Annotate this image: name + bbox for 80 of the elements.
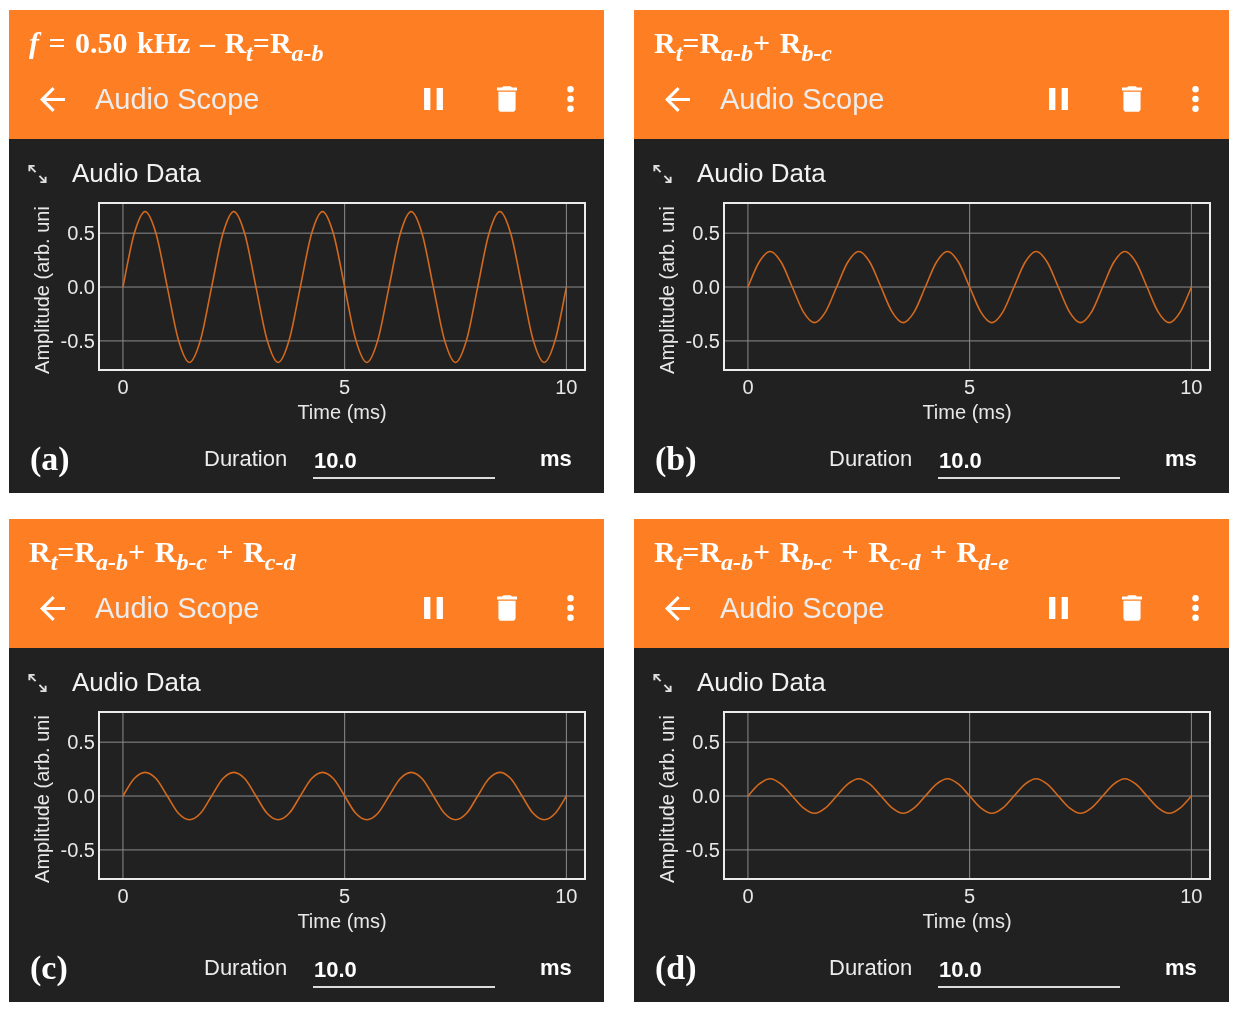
duration-label: Duration: [829, 955, 913, 981]
section-title: Audio Data: [72, 667, 201, 698]
app-title: Audio Scope: [95, 591, 261, 625]
expand-icon[interactable]: [27, 671, 48, 694]
y-tick-label: 0.0: [67, 785, 95, 808]
y-axis-title: Amplitude (arb. uni: [656, 206, 678, 374]
back-arrow-icon[interactable]: [40, 595, 65, 621]
y-tick-label: 0.5: [67, 731, 95, 754]
section-title: Audio Data: [697, 158, 826, 189]
x-axis-title: Time (ms): [297, 401, 387, 423]
expand-icon[interactable]: [27, 162, 48, 185]
y-tick-label: -0.5: [60, 329, 95, 352]
panel-label: (c): [30, 949, 68, 987]
unit-label: ms: [1165, 955, 1197, 981]
trash-icon[interactable]: [497, 86, 517, 112]
section-title: Audio Data: [697, 667, 826, 698]
x-tick-label: 0: [117, 885, 129, 907]
expand-icon[interactable]: [652, 671, 673, 694]
x-axis-title: Time (ms): [922, 910, 1012, 932]
pause-icon[interactable]: [1049, 597, 1068, 619]
y-axis-title: Amplitude (arb. uni: [31, 715, 53, 883]
x-tick-label: 10: [555, 376, 578, 398]
x-tick-label: 5: [339, 885, 351, 907]
duration-field[interactable]: 10.0: [938, 952, 1120, 988]
pause-icon[interactable]: [424, 88, 443, 110]
more-options-icon[interactable]: [567, 595, 574, 621]
duration-label: Duration: [204, 446, 288, 472]
unit-label: ms: [1165, 446, 1197, 472]
expand-icon[interactable]: [652, 162, 673, 185]
x-tick-label: 5: [339, 376, 351, 398]
x-tick-label: 0: [742, 885, 754, 907]
y-tick-label: -0.5: [685, 329, 720, 352]
back-arrow-icon[interactable]: [665, 595, 690, 621]
trash-icon[interactable]: [1122, 86, 1142, 112]
caption-text: R$_{t}$=R$_{a-b}$+ R$_{b-c}$ + R$_{c-d}$: [29, 535, 296, 569]
section-title: Audio Data: [72, 158, 201, 189]
duration-field[interactable]: 10.0: [938, 443, 1120, 479]
y-tick-label: 0.0: [692, 785, 720, 808]
trash-icon[interactable]: [1122, 595, 1142, 621]
x-axis-title: Time (ms): [297, 910, 387, 932]
y-tick-label: -0.5: [685, 838, 720, 861]
duration-label: Duration: [204, 955, 288, 981]
y-tick-label: 0.5: [692, 222, 720, 245]
x-axis-title: Time (ms): [922, 401, 1012, 423]
duration-label: Duration: [829, 446, 913, 472]
y-tick-label: -0.5: [60, 838, 95, 861]
x-tick-label: 0: [742, 376, 754, 398]
panel-label: (d): [655, 949, 697, 987]
more-options-icon[interactable]: [1192, 86, 1199, 112]
more-options-icon[interactable]: [1192, 595, 1199, 621]
y-tick-label: 0.5: [692, 731, 720, 754]
app-title: Audio Scope: [95, 82, 261, 116]
duration-field[interactable]: 10.0: [313, 952, 495, 988]
x-tick-label: 5: [964, 376, 976, 398]
unit-label: ms: [540, 955, 572, 981]
unit-label: ms: [540, 446, 572, 472]
y-tick-label: 0.0: [692, 276, 720, 299]
x-tick-label: 10: [555, 885, 578, 907]
pause-icon[interactable]: [424, 597, 443, 619]
y-axis-title: Amplitude (arb. uni: [656, 715, 678, 883]
caption-text: R$_{t}$=R$_{a-b}$+ R$_{b-c}$: [654, 26, 833, 60]
pause-icon[interactable]: [1049, 88, 1068, 110]
panel-label: (a): [30, 440, 70, 478]
more-options-icon[interactable]: [567, 86, 574, 112]
back-arrow-icon[interactable]: [665, 86, 690, 112]
x-tick-label: 10: [1180, 376, 1203, 398]
x-tick-label: 5: [964, 885, 976, 907]
app-title: Audio Scope: [720, 82, 886, 116]
app-title: Audio Scope: [720, 591, 886, 625]
x-tick-label: 0: [117, 376, 129, 398]
y-axis-title: Amplitude (arb. uni: [31, 206, 53, 374]
trash-icon[interactable]: [497, 595, 517, 621]
caption-text: R$_{t}$=R$_{a-b}$+ R$_{b-c}$ + R$_{c-d}$ + R$_{d-e}$: [654, 535, 1009, 569]
caption-text: f = 0.50 kHz – R$_{t}$=R$_{a-b}$: [29, 26, 324, 60]
panel-label: (b): [655, 440, 697, 478]
x-tick-label: 10: [1180, 885, 1203, 907]
y-tick-label: 0.5: [67, 222, 95, 245]
back-arrow-icon[interactable]: [40, 86, 65, 112]
duration-field[interactable]: 10.0: [313, 443, 495, 479]
y-tick-label: 0.0: [67, 276, 95, 299]
